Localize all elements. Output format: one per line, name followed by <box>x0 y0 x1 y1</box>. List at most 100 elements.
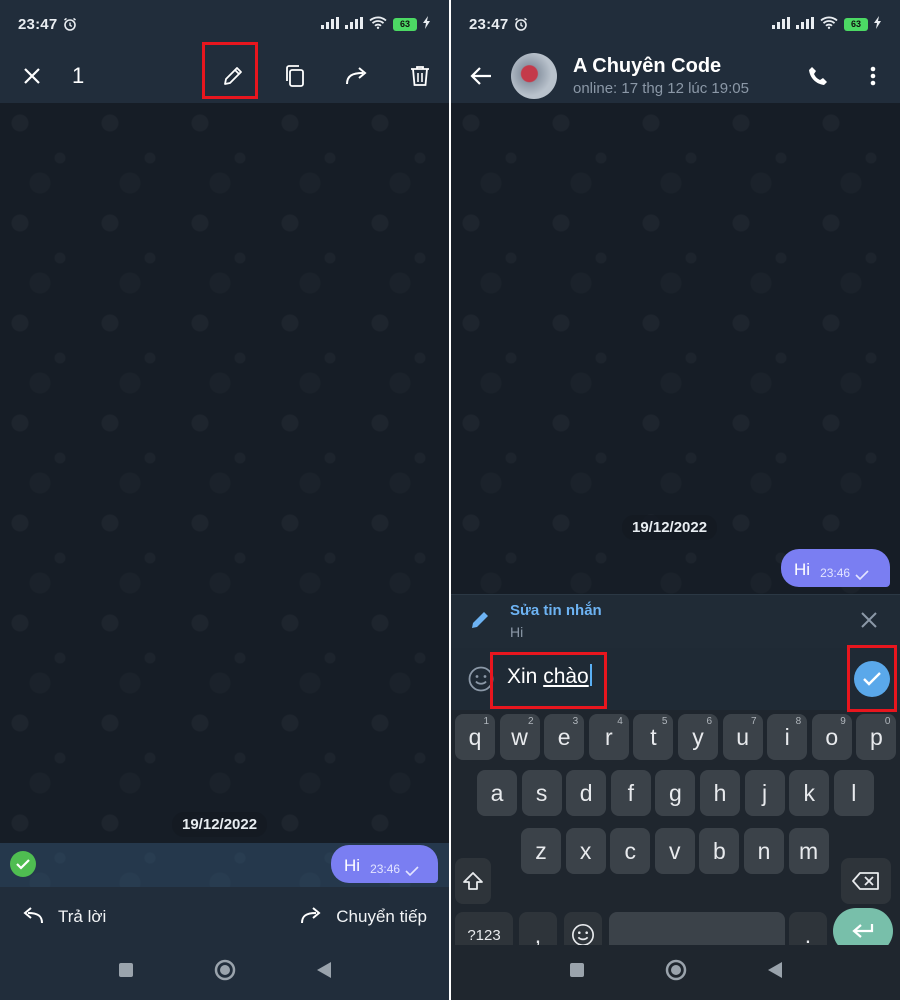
cancel-edit-icon[interactable] <box>861 612 877 633</box>
key-label: c <box>624 837 636 864</box>
message-time: 23:46 <box>370 862 401 876</box>
key-r[interactable]: r4 <box>588 714 629 760</box>
forward-icon[interactable] <box>337 56 377 96</box>
backspace-key[interactable] <box>841 858 891 904</box>
key-f[interactable]: f <box>610 770 651 816</box>
home-icon[interactable] <box>214 959 236 986</box>
key-hint: 0 <box>884 716 891 727</box>
back-icon[interactable] <box>767 961 783 984</box>
key-label: d <box>579 779 593 806</box>
checkmark-icon <box>863 672 881 686</box>
home-icon[interactable] <box>665 959 687 986</box>
shift-key[interactable] <box>455 858 491 904</box>
key-a[interactable]: a <box>477 770 517 816</box>
key-u[interactable]: u7 <box>722 714 763 760</box>
forward-icon <box>300 906 322 929</box>
key-label: p <box>869 723 883 750</box>
emoji-icon[interactable] <box>468 666 494 697</box>
charging-icon <box>423 15 431 33</box>
key-e[interactable]: e3 <box>544 714 585 760</box>
copy-icon[interactable] <box>275 56 315 96</box>
key-label: o <box>825 723 839 750</box>
key-l[interactable]: l <box>833 770 874 816</box>
key-w[interactable]: w2 <box>499 714 540 760</box>
text-caret <box>589 664 592 686</box>
selection-screen: 23:47 63 1 19/12/2022 Hi 23:46 Trả lời C… <box>0 0 449 1000</box>
close-icon[interactable] <box>12 56 52 96</box>
keyboard: q1w2e3r4t5y6u7i8o9p0 asdfghjkl zxcvbnm ?… <box>451 710 900 958</box>
checkmark-icon[interactable] <box>10 851 36 877</box>
key-d[interactable]: d <box>566 770 607 816</box>
original-message: Hi <box>510 624 524 640</box>
charging-icon <box>874 15 882 33</box>
key-b[interactable]: b <box>699 828 740 874</box>
key-y[interactable]: y6 <box>678 714 718 760</box>
battery-icon: 63 <box>844 17 868 31</box>
key-label: j <box>762 779 768 806</box>
edit-message-banner: Sửa tin nhắn Hi <box>451 594 900 648</box>
key-x[interactable]: x <box>565 828 606 874</box>
key-i[interactable]: i8 <box>767 714 808 760</box>
battery-icon: 63 <box>393 17 417 31</box>
key-p[interactable]: p0 <box>856 714 897 760</box>
forward-button[interactable]: Chuyển tiếp <box>300 906 427 929</box>
signal-icon <box>772 16 790 33</box>
message-action-bar: Trả lời Chuyển tiếp <box>0 887 449 947</box>
input-text: Xin <box>507 665 544 688</box>
signal-icon <box>321 16 339 33</box>
key-hint: 5 <box>661 716 668 727</box>
signal-icon <box>345 16 363 33</box>
message-bubble[interactable]: Hi 23:46 <box>331 845 438 883</box>
date-separator: 19/12/2022 <box>172 812 268 837</box>
key-g[interactable]: g <box>655 770 696 816</box>
chat-background <box>0 103 449 887</box>
recents-icon[interactable] <box>569 962 585 983</box>
message-input[interactable]: Xin chào <box>507 664 592 689</box>
key-hint: 3 <box>572 716 579 727</box>
key-label: l <box>851 779 857 806</box>
back-arrow-icon[interactable] <box>461 56 501 96</box>
key-v[interactable]: v <box>654 828 695 874</box>
key-j[interactable]: j <box>744 770 785 816</box>
phone-icon[interactable] <box>798 56 838 96</box>
composing-text: chào <box>543 665 589 688</box>
edit-label: Sửa tin nhắn <box>510 602 602 619</box>
key-t[interactable]: t5 <box>633 714 674 760</box>
key-z[interactable]: z <box>521 828 561 874</box>
alarm-icon <box>514 17 528 31</box>
selection-toolbar: 1 <box>0 48 449 103</box>
key-m[interactable]: m <box>788 828 829 874</box>
message-bubble[interactable]: Hi 23:46 <box>781 549 890 587</box>
key-hint: 9 <box>840 716 846 727</box>
key-label: e <box>557 723 571 750</box>
key-label: i <box>784 723 790 750</box>
reply-icon <box>22 906 44 929</box>
key-c[interactable]: c <box>610 828 651 874</box>
android-nav-bar <box>451 945 900 1000</box>
edit-pencil-icon[interactable] <box>213 56 253 96</box>
key-h[interactable]: h <box>700 770 740 816</box>
key-s[interactable]: s <box>521 770 562 816</box>
key-o[interactable]: o9 <box>811 714 852 760</box>
key-label: z <box>535 837 547 864</box>
delete-icon[interactable] <box>400 56 440 96</box>
key-label: s <box>535 779 548 806</box>
key-label: w <box>511 723 528 750</box>
recents-icon[interactable] <box>118 962 134 983</box>
message-text: Hi <box>794 560 811 579</box>
status-bar: 23:47 63 <box>451 0 900 48</box>
reply-button[interactable]: Trả lời <box>22 906 106 929</box>
avatar[interactable] <box>511 52 557 99</box>
key-label: q <box>468 723 482 750</box>
chat-title[interactable]: A Chuyên Code online: 17 thg 12 lúc 19:0… <box>573 55 749 97</box>
more-options-icon[interactable] <box>853 56 893 96</box>
key-label: b <box>712 837 726 864</box>
key-hint: 7 <box>751 716 757 727</box>
confirm-edit-button[interactable] <box>854 661 890 697</box>
key-n[interactable]: n <box>744 828 784 874</box>
key-label: r <box>604 723 613 750</box>
back-icon[interactable] <box>316 961 332 984</box>
key-q[interactable]: q1 <box>455 714 495 760</box>
key-label: u <box>736 723 749 750</box>
key-k[interactable]: k <box>789 770 830 816</box>
